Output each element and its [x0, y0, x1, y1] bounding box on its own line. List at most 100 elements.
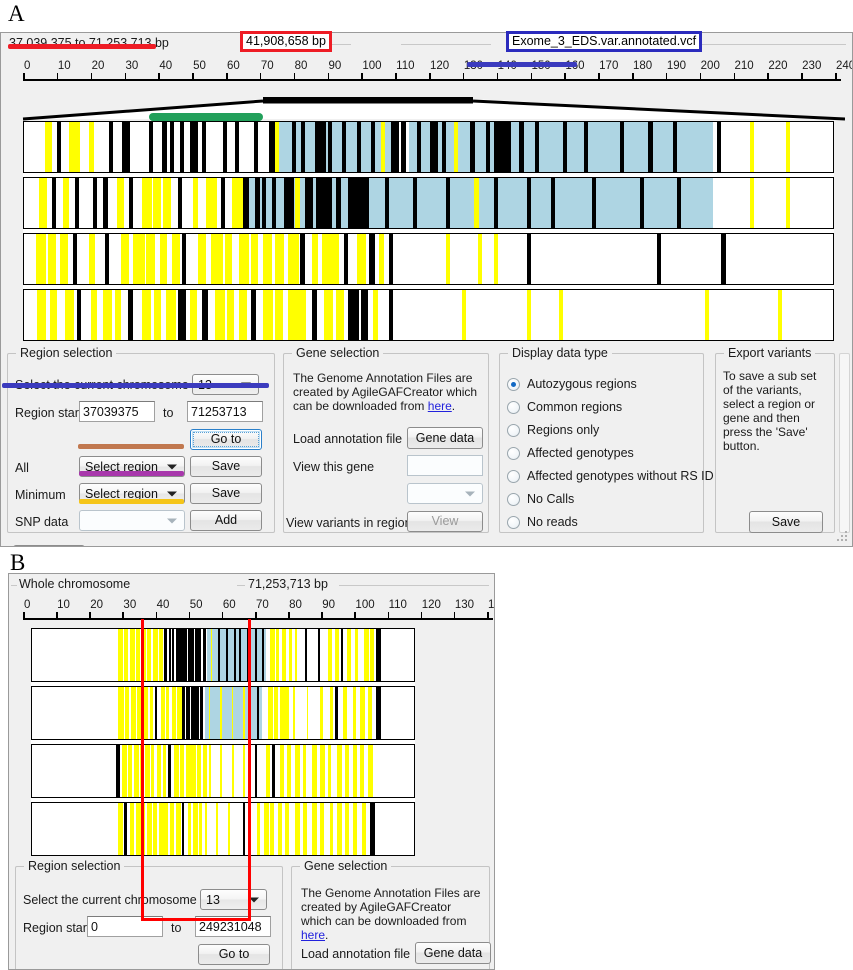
variant-bar: [283, 178, 295, 228]
variant-bar: [749, 178, 754, 228]
to-label-a: to: [163, 406, 174, 420]
red-box-size-annotation: 41,908,658 bp: [240, 31, 332, 52]
region-selection-rect-b[interactable]: [141, 619, 251, 921]
variant-bar: [62, 178, 70, 228]
gold-underline-snp-annotation: [79, 499, 184, 504]
variant-bar: [272, 178, 277, 228]
goto-button-a[interactable]: Go to: [190, 429, 262, 450]
variant-bar: [262, 178, 267, 228]
ruler-tick-label: 100: [355, 599, 375, 611]
ruler-tick-label: 90: [328, 60, 342, 72]
panel-a-resize-grip[interactable]: [837, 531, 849, 543]
gene-data-button-a[interactable]: Gene data: [407, 427, 483, 449]
goto-button-b[interactable]: Go to: [198, 944, 270, 965]
variant-bar: [92, 178, 97, 228]
variant-track[interactable]: [23, 177, 834, 229]
variant-bar: [299, 234, 305, 284]
ruler-tick: [462, 73, 465, 81]
panel-a-scroll-stub[interactable]: [839, 353, 850, 533]
variant-bar: [238, 234, 249, 284]
display-data-type-option[interactable]: Common regions: [507, 400, 622, 414]
ruler-tick: [327, 73, 330, 81]
gaf-download-link-b[interactable]: here: [301, 928, 325, 942]
gene-desc-tail-a: .: [451, 399, 456, 413]
variant-bar: [295, 803, 300, 855]
variant-bar: [266, 745, 271, 797]
radio-button-icon[interactable]: [507, 423, 520, 437]
radio-button-icon[interactable]: [507, 400, 520, 414]
display-data-type-option[interactable]: Affected genotypes without RS ID: [507, 469, 714, 483]
ruler-tick-label: 20: [91, 60, 105, 72]
view-gene-input-a[interactable]: [407, 455, 483, 476]
variant-bar: [163, 178, 171, 228]
variant-bar: [281, 629, 286, 681]
ruler-tick: [158, 73, 160, 81]
ruler-tick-label: 230: [802, 60, 822, 72]
snp-data-select-a[interactable]: [79, 510, 185, 531]
radio-button-icon[interactable]: [507, 515, 520, 529]
gene-selection-title-b: Gene selection: [300, 859, 392, 873]
ruler-tick: [354, 612, 357, 620]
region-end-input-a[interactable]: 71253713: [187, 401, 263, 422]
variant-bar: [251, 234, 259, 284]
variant-bar: [75, 178, 80, 228]
radio-button-icon[interactable]: [507, 492, 520, 506]
variant-bar: [60, 234, 68, 284]
variant-bar: [135, 803, 141, 855]
variant-bar: [778, 290, 783, 340]
display-data-type-option[interactable]: Autozygous regions: [507, 377, 637, 391]
display-data-type-option[interactable]: No reads: [507, 515, 578, 529]
ruler-tick-label: 60: [227, 60, 240, 72]
gene-data-button-b[interactable]: Gene data: [415, 942, 491, 964]
variant-bar: [384, 178, 389, 228]
panel-a-variant-tracks[interactable]: [23, 121, 834, 341]
variant-bar: [470, 122, 475, 172]
variant-bar: [335, 687, 339, 739]
display-data-type-option[interactable]: Regions only: [507, 423, 599, 437]
display-data-type-label: No reads: [527, 515, 578, 529]
radio-button-icon[interactable]: [507, 446, 520, 460]
region-start-input-a[interactable]: 37039375: [79, 401, 155, 422]
variant-bar: [372, 290, 378, 340]
variant-bar: [285, 687, 289, 739]
ruler-tick: [255, 612, 257, 620]
variant-bar: [312, 745, 317, 797]
radio-button-icon[interactable]: [507, 469, 520, 483]
variant-bar: [277, 803, 282, 855]
variant-bar: [135, 629, 140, 681]
snp-add-button-a[interactable]: Add: [190, 510, 262, 531]
variant-bar: [486, 122, 491, 172]
variant-bar: [285, 803, 289, 855]
variant-bar: [124, 629, 128, 681]
minimum-save-button-a[interactable]: Save: [190, 483, 262, 504]
variant-bar: [88, 122, 94, 172]
figure-root: A 37,039,375 to 71,253,713 bp 0 10 20 30 40 5…: [0, 0, 853, 970]
variant-bar: [272, 745, 276, 797]
variant-bar: [352, 803, 358, 855]
export-save-button-a[interactable]: Save: [749, 511, 823, 533]
gene-list-select-a[interactable]: [407, 483, 483, 504]
variant-bar: [263, 290, 273, 340]
variant-bar: [287, 745, 291, 797]
view-variants-button-a[interactable]: View: [407, 511, 483, 532]
display-data-type-option[interactable]: No Calls: [507, 492, 574, 506]
variant-track[interactable]: [23, 121, 834, 173]
gaf-download-link-a[interactable]: here: [428, 399, 452, 413]
chevron-down-icon: [167, 518, 177, 523]
variant-bar: [494, 234, 499, 284]
variant-track[interactable]: [23, 289, 834, 341]
variant-bar: [148, 122, 153, 172]
back-button-a[interactable]: Back: [13, 545, 85, 546]
variant-bar: [518, 122, 524, 172]
ruler-tick-label: 10: [57, 60, 71, 72]
variant-bar: [234, 122, 239, 172]
variant-bar: [676, 178, 681, 228]
radio-button-icon[interactable]: [507, 377, 520, 391]
display-data-type-option[interactable]: Affected genotypes: [507, 446, 634, 460]
all-save-button-a[interactable]: Save: [190, 456, 262, 477]
variant-bar: [214, 290, 226, 340]
variant-bar: [388, 290, 393, 340]
display-data-type-label: Affected genotypes without RS ID: [527, 469, 714, 483]
variant-track[interactable]: [23, 233, 834, 285]
variant-bar: [38, 178, 47, 228]
